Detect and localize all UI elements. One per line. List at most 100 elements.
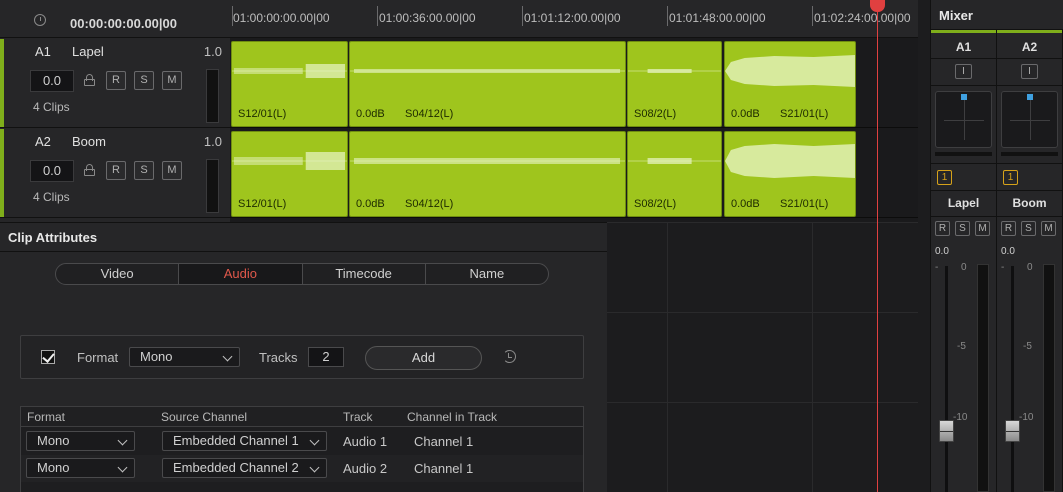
tab-video[interactable]: Video: [56, 264, 180, 284]
audio-clip[interactable]: 0.0dB S21/01(L): [724, 41, 856, 127]
tab-timecode[interactable]: Timecode: [303, 264, 426, 284]
audio-clip[interactable]: 0.0dB S04/12(L): [349, 41, 626, 127]
audio-clip[interactable]: S12/01(L): [231, 131, 348, 217]
timecode-bar: 00:00:00:00.00|00: [0, 0, 230, 38]
track-name[interactable]: Boom: [72, 134, 106, 149]
mixer-strip-a1: A1 I 1 Lapel R S M 0.0 - 0 -5 -10: [931, 30, 997, 492]
clip-name: S21/01(L): [780, 108, 829, 120]
track-color-stripe: [0, 129, 4, 217]
source-channel-dropdown[interactable]: Embedded Channel 1: [162, 431, 327, 451]
ruler-label: 01:00:36:00.00|00: [379, 11, 476, 25]
audio-clip[interactable]: S12/01(L): [231, 41, 348, 127]
timeline-ruler[interactable]: 01:00:00:00.00|00 01:00:36:00.00|00 01:0…: [230, 0, 918, 38]
pan-control[interactable]: [935, 91, 992, 148]
format-checkbox[interactable]: [41, 350, 55, 364]
tab-name[interactable]: Name: [426, 264, 548, 284]
insert-button[interactable]: I: [955, 64, 972, 79]
row-format-dropdown[interactable]: Mono: [26, 458, 135, 478]
fader-value: 0.0: [1001, 246, 1015, 257]
fader-handle[interactable]: [1005, 420, 1020, 442]
bus-route-button[interactable]: 1: [937, 170, 952, 185]
clip-name: S12/01(L): [238, 108, 287, 120]
clip-attributes-panel: Clip Attributes Video Audio Timecode Nam…: [0, 222, 607, 492]
pan-crosshair: [964, 100, 965, 140]
solo-button[interactable]: S: [134, 161, 154, 180]
grid-line: [812, 222, 813, 492]
strip-name: Lapel: [947, 196, 980, 210]
column-header: Track: [343, 410, 373, 424]
pan-control[interactable]: [1001, 91, 1058, 148]
ruler-tick: [667, 6, 668, 26]
record-arm-button[interactable]: R: [1001, 221, 1016, 236]
fader-scale-label: 0: [961, 262, 967, 273]
lane-a1: S12/01(L) 0.0dB S04/12(L) S08/2(L) 0.0dB…: [230, 38, 918, 128]
fader-handle[interactable]: [939, 420, 954, 442]
lock-icon[interactable]: [84, 74, 95, 86]
insert-button[interactable]: I: [1021, 64, 1038, 79]
mixer-panel: Mixer A1 I 1 Lapel R S M 0.0 - 0 -5 -10 …: [930, 0, 1063, 492]
bus-route-button[interactable]: 1: [1003, 170, 1018, 185]
record-arm-button[interactable]: R: [106, 161, 126, 180]
channel-in-track-cell: Channel 1: [414, 434, 474, 449]
track-volume-field[interactable]: 0.0: [30, 160, 74, 182]
row-format-dropdown[interactable]: Mono: [26, 431, 135, 451]
solo-button[interactable]: S: [134, 71, 154, 90]
tracks-field[interactable]: 2: [308, 347, 344, 367]
audio-clip[interactable]: S08/2(L): [627, 41, 722, 127]
tab-audio[interactable]: Audio: [179, 264, 303, 284]
audio-clip[interactable]: 0.0dB S21/01(L): [724, 131, 856, 217]
ruler-label: 01:00:00:00.00|00: [233, 11, 330, 25]
record-arm-button[interactable]: R: [106, 71, 126, 90]
track-color-stripe: [0, 39, 4, 127]
pan-position[interactable]: [1027, 94, 1033, 100]
record-arm-button[interactable]: R: [935, 221, 950, 236]
solo-button[interactable]: S: [1021, 221, 1036, 236]
level-meter: [1043, 264, 1055, 492]
reset-icon[interactable]: [503, 350, 516, 363]
pan-crosshair: [1030, 100, 1031, 140]
track-level: 1.0: [203, 134, 222, 149]
fader-scale-label: -5: [1023, 341, 1032, 352]
mute-button[interactable]: M: [162, 161, 182, 180]
add-button[interactable]: Add: [365, 346, 482, 370]
timeline-empty-area[interactable]: [607, 222, 918, 492]
waveform: [725, 55, 855, 87]
waveform: [232, 152, 347, 170]
mute-button[interactable]: M: [975, 221, 990, 236]
column-header: Format: [27, 410, 66, 424]
source-channel-dropdown[interactable]: Embedded Channel 2: [162, 458, 327, 478]
track-name[interactable]: Lapel: [72, 44, 104, 59]
chevron-down-icon: [309, 462, 320, 473]
row-format-value: Mono: [37, 433, 70, 448]
timecode-display[interactable]: 00:00:00:00.00|00: [70, 16, 177, 31]
playhead-line[interactable]: [877, 0, 878, 492]
fader-value: 0.0: [935, 246, 949, 257]
pan-position[interactable]: [961, 94, 967, 100]
level-meter: [977, 264, 989, 492]
track-header-a1[interactable]: A1 Lapel 1.0 0.0 R S M 4 Clips: [0, 39, 230, 128]
audio-clip[interactable]: 0.0dB S04/12(L): [349, 131, 626, 217]
track-header-a2[interactable]: A2 Boom 1.0 0.0 R S M 4 Clips: [0, 129, 230, 218]
pan-meter: [935, 152, 992, 156]
format-dropdown[interactable]: Mono: [129, 347, 240, 367]
fader-track: [945, 266, 948, 492]
lock-icon[interactable]: [84, 164, 95, 176]
clock-icon[interactable]: [34, 14, 46, 26]
attribute-tabs: Video Audio Timecode Name: [55, 263, 549, 285]
divider: [931, 163, 996, 164]
track-volume-field[interactable]: 0.0: [30, 70, 74, 92]
mute-button[interactable]: M: [1041, 221, 1056, 236]
divider: [0, 251, 607, 252]
ruler-tick: [522, 6, 523, 26]
mute-button[interactable]: M: [162, 71, 182, 90]
chevron-down-icon: [117, 462, 128, 473]
clip-name: S08/2(L): [634, 108, 677, 120]
grid-line: [607, 222, 918, 223]
panel-title: Clip Attributes: [8, 230, 98, 245]
solo-button[interactable]: S: [955, 221, 970, 236]
ruler-label: 01:01:48:00.00|00: [669, 11, 766, 25]
format-settings: Format Mono Tracks 2 Add: [20, 335, 584, 379]
ruler-tick: [812, 6, 813, 26]
audio-clip[interactable]: S08/2(L): [627, 131, 722, 217]
clip-gain: 0.0dB: [356, 198, 385, 210]
